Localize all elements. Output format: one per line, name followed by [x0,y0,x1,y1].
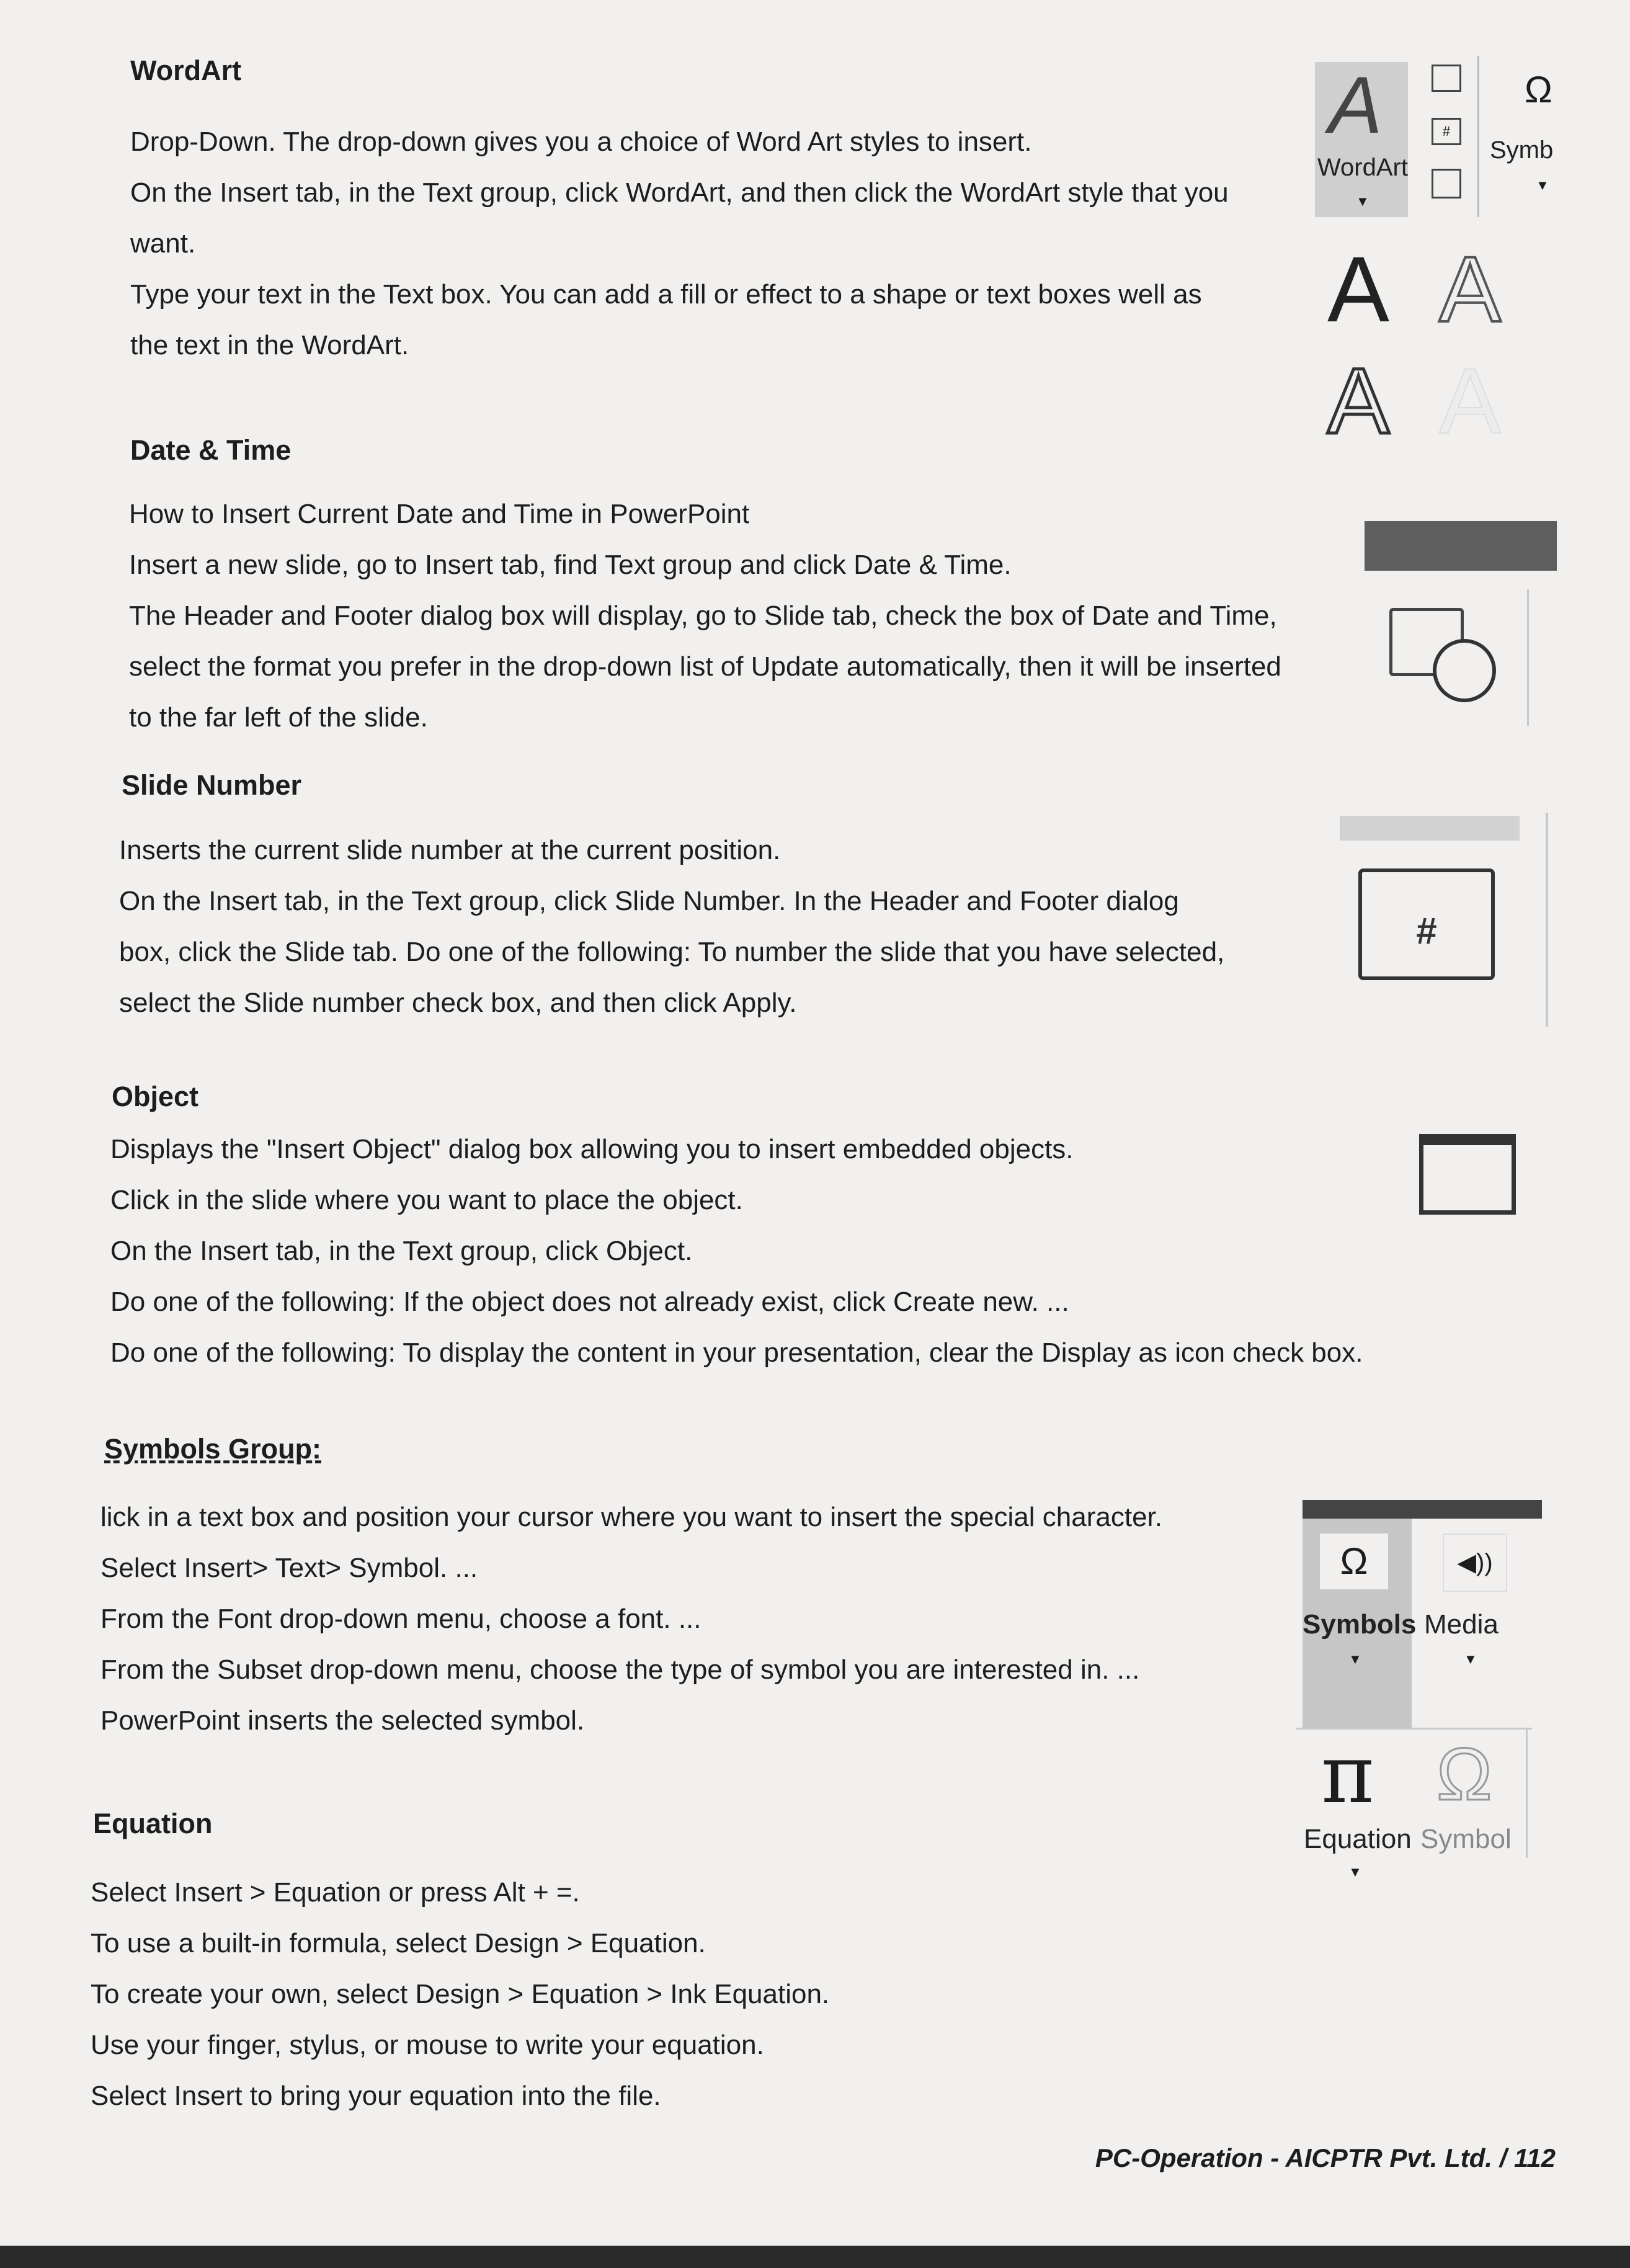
bottom-edge [0,2246,1630,2268]
object-heading: Object [112,1081,199,1112]
object-line: On the Insert tab, in the Text group, cl… [110,1236,693,1266]
chevron-down-icon: ▼ [1356,194,1369,209]
slidenumber-line: On the Insert tab, in the Text group, cl… [119,886,1179,916]
equation-line: To use a built-in formula, select Design… [91,1928,706,1958]
equation-heading: Equation [93,1808,213,1839]
omega-icon: Ω [1436,1733,1494,1816]
datetime-line: to the far left of the slide. [129,702,428,733]
ribbon-divider [1546,813,1548,1027]
slidenumber-text: Inserts the current slide number at the … [119,825,1224,1029]
pi-icon: π [1321,1727,1374,1821]
wordart-line: the text in the WordArt. [130,330,409,360]
wordart-style-sample[interactable]: A [1438,236,1502,343]
symbols-line: From the Subset drop-down menu, choose t… [100,1654,1140,1685]
media-label: Media [1424,1609,1499,1640]
wordart-style-sample[interactable]: A [1325,347,1391,455]
wordart-text: Drop-Down. The drop-down gives you a cho… [130,117,1229,371]
document-page: WordArt Drop-Down. The drop-down gives y… [0,0,1630,2268]
symbols-ribbon-image: Ω Symbols ▼ ◀)) Media ▼ [1303,1500,1542,1730]
wordart-style-sample[interactable]: A [1327,236,1389,343]
equation-label: Equation [1304,1824,1412,1854]
chevron-down-icon: ▼ [1348,1864,1362,1880]
page-footer: PC-Operation - AICPTR Pvt. Ltd. / 112 [1095,2143,1556,2172]
symbols-heading: Symbols Group: [104,1433,322,1465]
wordart-line: On the Insert tab, in the Text group, cl… [130,177,1229,208]
wordart-line: want. [130,228,196,259]
wordart-label: WordArt [1317,154,1408,181]
omega-icon: Ω [1525,69,1552,110]
symbol-label: Symbol [1420,1824,1512,1854]
wordart-heading: WordArt [130,55,242,86]
datetime-line: Insert a new slide, go to Insert tab, fi… [129,550,1012,580]
symbols-label: Symbols [1303,1609,1417,1640]
chevron-down-icon: ▼ [1536,177,1549,193]
wordart-style-samples: A A A A [1315,236,1563,459]
object-line: Click in the slide where you want to pla… [110,1185,743,1215]
symbols-line: lick in a text box and position your cur… [100,1502,1162,1532]
ribbon-divider [1527,589,1529,726]
equation-ribbon-image: π Equation ▼ Ω Symbol [1296,1728,1544,1901]
wordart-line: Drop-Down. The drop-down gives you a cho… [130,127,1032,157]
media-button[interactable]: ◀)) Media ▼ [1424,1519,1542,1730]
equation-line: Select Insert > Equation or press Alt + … [91,1877,580,1908]
equation-line: Select Insert to bring your equation int… [91,2081,661,2111]
object-text: Displays the "Insert Object" dialog box … [110,1124,1363,1378]
speaker-icon: ◀)) [1443,1534,1507,1592]
wordart-style-sample[interactable]: A [1438,347,1502,455]
wordart-ribbon-image: A WordArt ▼ # Ω Symb ▼ [1315,56,1582,223]
chevron-down-icon: ▼ [1464,1651,1477,1667]
symbol-label[interactable]: Symb [1490,136,1553,164]
datetime-line: select the format you prefer in the drop… [129,651,1281,682]
omega-icon: Ω [1320,1534,1388,1589]
slide-number-icon[interactable]: # [1432,118,1461,145]
symbols-line: From the Font drop-down menu, choose a f… [100,1604,701,1634]
symbols-text: lick in a text box and position your cur… [100,1492,1162,1746]
ribbon-strip [1365,521,1557,571]
slidenumber-line: box, click the Slide tab. Do one of the … [119,937,1225,967]
date-time-icon[interactable] [1389,602,1501,702]
equation-button[interactable]: π Equation ▼ [1296,1727,1412,1895]
datetime-text: How to Insert Current Date and Time in P… [129,489,1281,743]
ribbon-divider [1477,56,1479,217]
object-icon[interactable] [1419,1134,1516,1215]
chevron-down-icon: ▼ [1348,1651,1362,1667]
object-line: Do one of the following: If the object d… [110,1287,1069,1317]
slidenumber-line: select the Slide number check box, and t… [119,988,797,1018]
object-line: Displays the "Insert Object" dialog box … [110,1134,1074,1164]
slidenumber-heading: Slide Number [122,769,302,801]
equation-line: To create your own, select Design > Equa… [91,1979,830,2009]
symbols-line: Select Insert> Text> Symbol. ... [100,1553,478,1583]
wordart-line: Type your text in the Text box. You can … [130,279,1202,310]
symbols-button[interactable]: Ω Symbols ▼ [1303,1519,1416,1730]
slidenumber-line: Inserts the current slide number at the … [119,835,781,865]
equation-line: Use your finger, stylus, or mouse to wri… [91,2030,764,2060]
equation-text: Select Insert > Equation or press Alt + … [91,1867,829,2122]
slide-number-icon[interactable]: # [1358,868,1495,980]
object-line: Do one of the following: To display the … [110,1337,1363,1368]
ribbon-strip [1340,816,1520,841]
ribbon-strip [1303,1500,1542,1519]
datetime-heading: Date & Time [130,434,292,466]
wordart-button[interactable]: A WordArt ▼ [1315,60,1408,217]
wordart-a-icon: A [1329,60,1383,150]
symbols-line: PowerPoint inserts the selected symbol. [100,1705,585,1736]
object-icon[interactable] [1432,169,1461,199]
datetime-line: The Header and Footer dialog box will di… [129,600,1277,631]
date-time-icon[interactable] [1432,65,1461,92]
symbol-button[interactable]: Ω Symbol [1420,1733,1532,1870]
datetime-line: How to Insert Current Date and Time in P… [129,499,750,529]
